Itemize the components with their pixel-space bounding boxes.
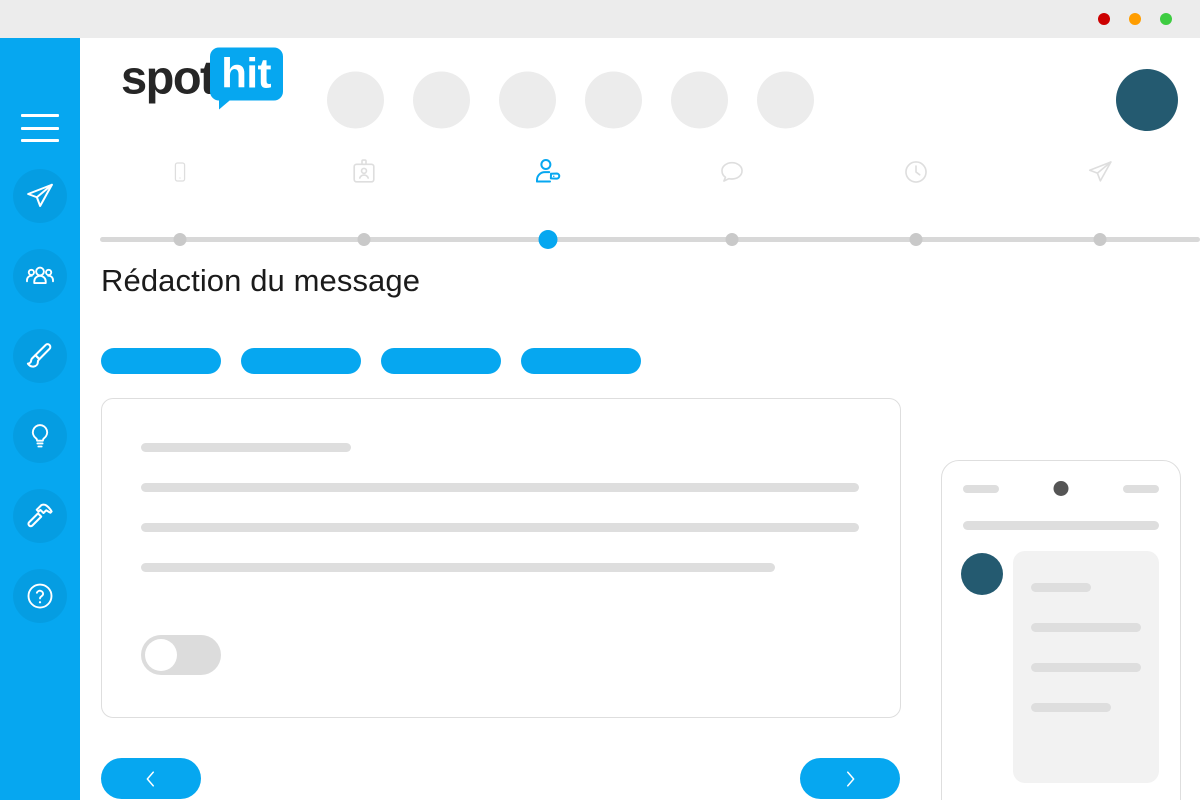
- sidebar-item-personnalisation[interactable]: [0, 316, 80, 396]
- main-area: spot hit Rédaction du message: [80, 38, 1200, 800]
- phone-preview: [941, 460, 1181, 800]
- users-icon: [13, 249, 67, 303]
- hamburger-menu-icon[interactable]: [21, 114, 59, 142]
- step-icon-personnalisation[interactable]: [528, 154, 568, 190]
- header-nav-placeholders: [327, 71, 814, 129]
- phone-contact-avatar: [961, 553, 1003, 595]
- sidebar-nav: [0, 156, 80, 636]
- tab-pill[interactable]: [241, 348, 361, 374]
- chevron-left-icon: [146, 770, 155, 787]
- logo-wordmark: spot: [121, 50, 216, 103]
- step-icon-planification[interactable]: [896, 154, 936, 190]
- step-icon-message[interactable]: [712, 154, 752, 190]
- hammer-icon: [13, 489, 67, 543]
- hamburger-bar: [21, 114, 59, 117]
- paintbrush-icon: [13, 329, 67, 383]
- page-content: Rédaction du message: [80, 218, 1200, 800]
- bubble-skeleton-line: [1031, 663, 1141, 672]
- window-controls: [1098, 13, 1172, 25]
- previous-step-button[interactable]: [101, 758, 201, 799]
- logo-badge: hit: [210, 47, 284, 109]
- window-close-button[interactable]: [1098, 13, 1110, 25]
- tab-pill-row: [101, 348, 641, 374]
- sidebar-item-outils[interactable]: [0, 476, 80, 556]
- header-nav-item[interactable]: [327, 71, 384, 129]
- header-nav-item[interactable]: [413, 71, 470, 129]
- avatar[interactable]: [1116, 69, 1178, 131]
- step-icon-envoi[interactable]: [1080, 154, 1120, 190]
- header-nav-item[interactable]: [757, 71, 814, 129]
- header-nav-item[interactable]: [499, 71, 556, 129]
- editor-skeleton-line: [141, 443, 351, 452]
- bubble-skeleton-line: [1031, 623, 1141, 632]
- phone-status-bar: [942, 481, 1180, 497]
- paper-plane-icon: [13, 169, 67, 223]
- app-header: spot hit: [80, 38, 1200, 136]
- phone-headline-placeholder: [963, 521, 1159, 530]
- step-icon-expediteur[interactable]: [160, 154, 200, 190]
- header-nav-item[interactable]: [671, 71, 728, 129]
- phone-message-bubble: [1013, 551, 1159, 783]
- page-title: Rédaction du message: [101, 263, 421, 298]
- tab-pill[interactable]: [101, 348, 221, 374]
- message-editor-card[interactable]: [101, 398, 901, 718]
- bubble-skeleton-line: [1031, 703, 1111, 712]
- editor-option-toggle[interactable]: [141, 635, 221, 675]
- lightbulb-icon: [13, 409, 67, 463]
- header-nav-item[interactable]: [585, 71, 642, 129]
- sidebar-item-envois[interactable]: [0, 156, 80, 236]
- bubble-skeleton-line: [1031, 583, 1091, 592]
- question-circle-icon: [13, 569, 67, 623]
- editor-skeleton-line: [141, 563, 775, 572]
- sidebar-item-idees[interactable]: [0, 396, 80, 476]
- chevron-right-icon: [846, 770, 855, 787]
- hamburger-bar: [21, 126, 59, 130]
- tab-pill[interactable]: [381, 348, 501, 374]
- sidebar-item-aide[interactable]: [0, 556, 80, 636]
- next-step-button[interactable]: [800, 758, 900, 799]
- phone-status-pill-right: [1123, 485, 1159, 493]
- tab-pill[interactable]: [521, 348, 641, 374]
- editor-skeleton-line: [141, 483, 859, 492]
- hamburger-bar: [21, 139, 59, 142]
- sidebar-item-contacts[interactable]: [0, 236, 80, 316]
- step-icon-destinataires[interactable]: [344, 154, 384, 190]
- toggle-knob: [145, 639, 177, 671]
- app-window: spot hit Rédaction du message: [0, 0, 1200, 800]
- left-sidebar: [0, 38, 80, 800]
- window-minimize-button[interactable]: [1129, 13, 1141, 25]
- phone-status-pill-left: [963, 485, 999, 493]
- stepper-icon-row: [80, 154, 1200, 194]
- logo-badge-text: hit: [221, 49, 272, 96]
- phone-camera-icon: [1053, 481, 1069, 496]
- progress-stepper: [80, 136, 1200, 249]
- editor-skeleton-line: [141, 523, 859, 532]
- window-maximize-button[interactable]: [1160, 13, 1172, 25]
- window-titlebar: [0, 0, 1200, 38]
